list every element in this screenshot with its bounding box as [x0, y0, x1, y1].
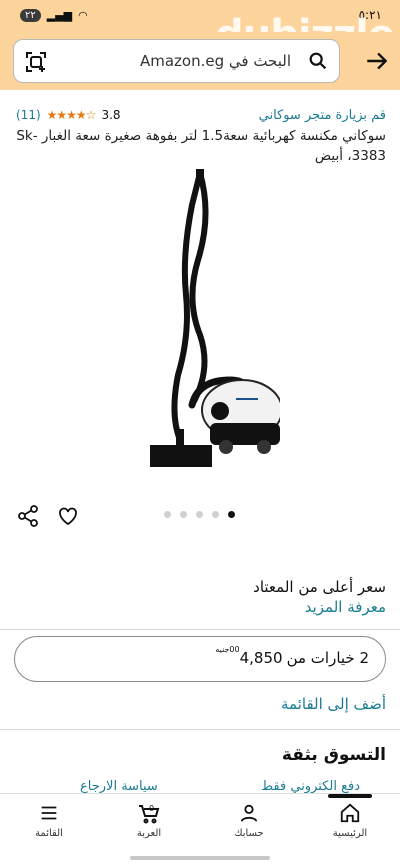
nav-menu-label: القائمة [35, 828, 63, 839]
wifi-icon: ◠ [78, 9, 88, 22]
cart-icon: 0 [139, 804, 160, 824]
search-icon[interactable] [307, 50, 329, 76]
nav-home-label: الرئيسية [332, 828, 368, 839]
visit-store-link[interactable]: قم بزيارة متجر سوكاني [259, 108, 386, 123]
battery-indicator: ٢٢ [20, 9, 41, 22]
nav-account[interactable]: حسابك [214, 802, 284, 839]
return-policy-link[interactable]: سياسة الارجاع [80, 779, 158, 793]
nav-menu[interactable]: القائمة [14, 802, 84, 839]
price-whole: 4,850 [239, 649, 283, 667]
electronic-payment-link[interactable]: دفع الكتروني فقط [261, 779, 360, 793]
rating-count[interactable]: (11) [16, 108, 41, 122]
store-rating-row: قم بزيارة متجر سوكاني (11) ★★★★☆ 3.8 [0, 108, 400, 126]
carousel-dot[interactable] [164, 511, 171, 518]
higher-price-notice: سعر أعلى من المعتاد [253, 578, 386, 596]
divider [0, 629, 400, 630]
back-arrow-icon[interactable] [364, 48, 390, 78]
product-title: سوكاني مكنسة كهربائية سعة1.5 لتر بفوهة ص… [16, 128, 386, 164]
image-carousel-dots[interactable] [164, 511, 235, 518]
carousel-dot[interactable] [180, 511, 187, 518]
bottom-navigation: الرئيسية حسابك 0 العربة القائمة [0, 793, 400, 846]
options-label: 2 خيارات من [286, 649, 369, 667]
carousel-dot[interactable] [212, 511, 219, 518]
carousel-dot[interactable] [228, 511, 235, 518]
buying-options-button[interactable]: 2 خيارات من 004,850 جنيه [14, 636, 386, 682]
camera-search-icon[interactable] [24, 50, 48, 78]
wishlist-heart-icon[interactable] [56, 504, 80, 532]
price-decimals: 00 [229, 645, 240, 654]
share-icon[interactable] [16, 504, 40, 532]
search-bar[interactable]: البحث في Amazon.eg [13, 39, 340, 83]
app-header: البحث في Amazon.eg [0, 32, 400, 90]
rating-value: 3.8 [101, 108, 121, 122]
product-image[interactable] [120, 165, 283, 475]
active-tab-indicator [328, 794, 372, 798]
account-icon [240, 804, 258, 822]
hamburger-menu-icon [41, 806, 57, 820]
learn-more-link[interactable]: معرفة المزيد [305, 598, 386, 616]
nav-cart[interactable]: 0 العربة [114, 802, 184, 839]
home-indicator [130, 856, 270, 860]
add-to-list-link[interactable]: أضف إلى القائمة [281, 695, 386, 713]
nav-home[interactable]: الرئيسية [315, 802, 385, 839]
signal-icon: ▂▄▆ [46, 9, 73, 22]
price-currency: جنيه [215, 645, 230, 654]
shop-with-confidence-heading: التسوق بثقة [281, 745, 386, 765]
options-price: 004,850 جنيه [215, 645, 283, 667]
search-placeholder: البحث في Amazon.eg [139, 52, 291, 70]
options-summary: 2 خيارات من 004,850 جنيه [215, 645, 369, 667]
cart-count: 0 [149, 804, 154, 813]
divider [0, 729, 400, 730]
home-icon [340, 803, 360, 823]
trust-features-row: دفع الكتروني فقط سياسة الارجاع [0, 779, 400, 793]
status-left: ٢٢ ▂▄▆ ◠ [20, 9, 88, 22]
nav-account-label: حسابك [234, 828, 264, 839]
rating-summary[interactable]: (11) ★★★★☆ 3.8 [16, 108, 121, 122]
star-rating-icon: ★★★★☆ [46, 108, 97, 122]
carousel-dot[interactable] [196, 511, 203, 518]
nav-cart-label: العربة [136, 828, 162, 839]
